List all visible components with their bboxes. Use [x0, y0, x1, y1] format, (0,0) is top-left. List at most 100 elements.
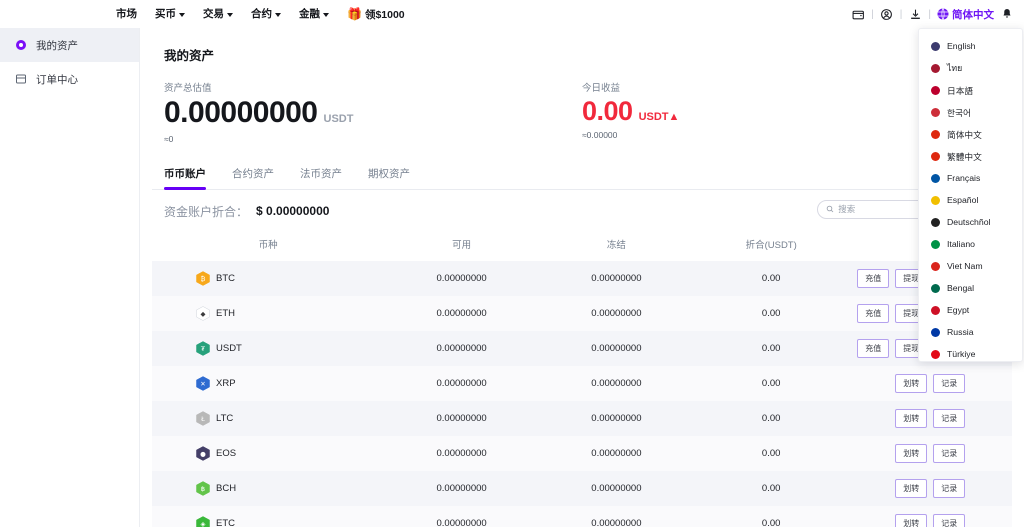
assets-table-head: 币种可用冻结折合(USDT)操作 [152, 231, 1012, 261]
language-option-label: Egypt [947, 305, 969, 315]
nav-item-0[interactable]: 市场 [116, 9, 137, 20]
tab-1[interactable]: 合约资产 [232, 166, 274, 189]
language-option-1[interactable]: ไทย [919, 57, 1022, 79]
download-icon[interactable] [908, 7, 922, 21]
nav-item-2[interactable]: 交易 [203, 9, 233, 20]
flag-icon [931, 306, 940, 315]
cell-available: 0.00000000 [384, 401, 539, 436]
table-row: ◆ETH0.000000000.000000000.00充值提现划转记录 [152, 296, 1012, 331]
top-navigation-bar: 市场买币交易合约金融🎁领$1000 | | | [0, 0, 1024, 28]
language-option-label: English [947, 41, 976, 51]
language-option-label: ไทย [947, 61, 962, 75]
tab-2[interactable]: 法币资产 [300, 166, 342, 189]
coin-icon-eth: ◆ [196, 306, 210, 321]
row-action-button-0[interactable]: 充值 [857, 304, 889, 323]
row-action-button-0[interactable]: 划转 [895, 444, 927, 463]
language-option-13[interactable]: Russia [919, 321, 1022, 343]
language-selector-button[interactable]: 简体中文 [937, 7, 994, 22]
user-circle-icon[interactable] [880, 7, 894, 21]
target-icon [14, 39, 27, 52]
asset-summary: 资产总估值 0.00000000 USDT ≈0 今日收益 0.00 USDT▲… [152, 64, 1012, 144]
language-dropdown-menu[interactable]: English ไทย 日本語 한국어 简体中文繁體中文FrançaisEspañolD… [918, 28, 1023, 362]
promo-gift-link[interactable]: 🎁领$1000 [347, 7, 405, 22]
fund-account-label: 资金账户折合： [164, 203, 248, 220]
cell-valuation: 0.00 [694, 401, 849, 436]
nav-item-label: 买币 [155, 9, 176, 20]
gift-icon: 🎁 [347, 8, 362, 20]
row-action-button-0[interactable]: 划转 [895, 374, 927, 393]
cell-frozen: 0.00000000 [539, 401, 694, 436]
cell-valuation: 0.00 [694, 506, 849, 527]
cell-frozen: 0.00000000 [539, 471, 694, 506]
language-option-label: 简体中文 [947, 128, 982, 141]
coin-icon-etc: ◈ [196, 516, 210, 527]
cell-available: 0.00000000 [384, 261, 539, 296]
cell-valuation: 0.00 [694, 471, 849, 506]
row-action-button-1[interactable]: 记录 [933, 374, 965, 393]
chevron-down-icon [227, 13, 233, 17]
nav-item-label: 交易 [203, 9, 224, 20]
language-option-4[interactable]: 简体中文 [919, 123, 1022, 145]
row-action-button-1[interactable]: 记录 [933, 444, 965, 463]
cell-actions: 划转记录 [849, 471, 1012, 506]
language-option-14[interactable]: Türkiye [919, 343, 1022, 362]
row-action-button-0[interactable]: 充值 [857, 269, 889, 288]
assets-card: 我的资产 资产总估值 0.00000000 USDT ≈0 今日收益 0.00 … [152, 36, 1012, 527]
flag-icon [931, 328, 940, 337]
language-option-2[interactable]: 日本語 [919, 79, 1022, 101]
coin-symbol: LTC [216, 413, 233, 424]
cell-frozen: 0.00000000 [539, 331, 694, 366]
language-option-8[interactable]: Deutschñol [919, 211, 1022, 233]
coin-symbol: XRP [216, 378, 236, 389]
coin-symbol: EOS [216, 448, 236, 459]
language-option-3[interactable]: 한국어 [919, 101, 1022, 123]
total-valuation-approx: ≈0 [164, 134, 582, 144]
nav-item-1[interactable]: 买币 [155, 9, 185, 20]
nav-right-actions: | | | 简体中文 [851, 0, 1014, 28]
language-option-11[interactable]: Bengal [919, 277, 1022, 299]
row-action-button-0[interactable]: 划转 [895, 409, 927, 428]
nav-item-3[interactable]: 合约 [251, 9, 281, 20]
total-valuation-label: 资产总估值 [164, 80, 582, 94]
assets-table-body: ₿BTC0.000000000.000000000.00充值提现划转记录◆ETH… [152, 261, 1012, 527]
chevron-down-icon [323, 13, 329, 17]
cell-available: 0.00000000 [384, 506, 539, 527]
row-action-button-1[interactable]: 记录 [933, 409, 965, 428]
account-tabs: 币币账户 合约资产 法币资产 期权资产 [152, 166, 1012, 190]
language-option-5[interactable]: 繁體中文 [919, 145, 1022, 167]
bell-icon[interactable] [1000, 7, 1014, 21]
language-option-6[interactable]: Français [919, 167, 1022, 189]
cell-valuation: 0.00 [694, 436, 849, 471]
row-action-button-1[interactable]: 记录 [933, 514, 965, 527]
row-action-button-1[interactable]: 记录 [933, 479, 965, 498]
language-option-7[interactable]: Español [919, 189, 1022, 211]
globe-icon [937, 8, 949, 20]
coin-symbol: BCH [216, 483, 236, 494]
sidebar-item-order-center[interactable]: 订单中心 [0, 62, 139, 96]
tab-3[interactable]: 期权资产 [368, 166, 410, 189]
language-option-12[interactable]: Egypt [919, 299, 1022, 321]
language-option-10[interactable]: Viet Nam [919, 255, 1022, 277]
row-action-button-0[interactable]: 划转 [895, 514, 927, 527]
row-action-button-0[interactable]: 充值 [857, 339, 889, 358]
language-option-label: 한국어 [947, 106, 971, 119]
language-option-label: Italiano [947, 239, 975, 249]
search-input[interactable] [838, 204, 926, 214]
page-title: 我的资产 [152, 36, 1012, 64]
row-action-button-0[interactable]: 划转 [895, 479, 927, 498]
language-option-9[interactable]: Italiano [919, 233, 1022, 255]
tab-0[interactable]: 币币账户 [164, 166, 206, 189]
cell-frozen: 0.00000000 [539, 506, 694, 527]
nav-item-4[interactable]: 金融 [299, 9, 329, 20]
table-row: ✕XRP0.000000000.000000000.00划转记录 [152, 366, 1012, 401]
sidebar-item-my-assets[interactable]: 我的资产 [0, 28, 139, 62]
language-option-label: 日本語 [947, 84, 973, 97]
cell-frozen: 0.00000000 [539, 436, 694, 471]
wallet-icon[interactable] [851, 7, 865, 21]
table-row: ฿BCH0.000000000.000000000.00划转记录 [152, 471, 1012, 506]
language-selector-label: 简体中文 [952, 7, 994, 22]
sidebar-item-label: 订单中心 [36, 72, 78, 87]
search-icon [826, 205, 834, 213]
total-valuation-block: 资产总估值 0.00000000 USDT ≈0 [164, 80, 582, 144]
language-option-0[interactable]: English [919, 35, 1022, 57]
